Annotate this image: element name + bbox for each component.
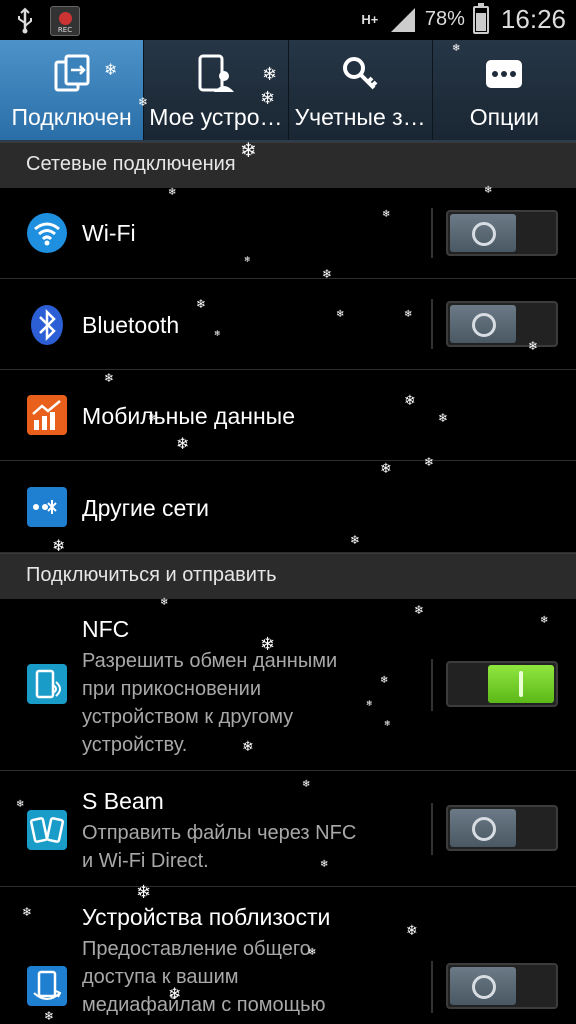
s-beam-title: S Beam (82, 788, 164, 814)
signal-icon (390, 7, 415, 32)
description-line: доступа к вашим (82, 966, 239, 988)
wifi-icon (27, 213, 67, 253)
bluetooth-row[interactable]: Bluetooth (0, 279, 576, 370)
wifi-row[interactable]: Wi-Fi (0, 188, 576, 279)
s-beam-description: Отправить файлы через NFC и Wi-Fi Direct… (82, 819, 422, 875)
nearby-devices-toggle[interactable] (446, 963, 558, 1009)
tab-label: Учетные з… (294, 104, 426, 130)
description-line: и Wi-Fi Direct. (82, 850, 209, 872)
description-line: устройством к другому (82, 706, 294, 728)
other-networks-icon (27, 487, 67, 527)
usb-icon (18, 7, 32, 34)
tab-accounts[interactable]: Учетные з… (288, 40, 433, 140)
more-options-icon (486, 60, 523, 88)
my-device-icon (198, 54, 234, 92)
divider (431, 961, 433, 1013)
wifi-title: Wi-Fi (82, 220, 136, 246)
s-beam-row[interactable]: S Beam Отправить файлы через NFC и Wi-Fi… (0, 771, 576, 887)
accounts-key-icon (343, 57, 378, 90)
mobile-data-row[interactable]: Мобильные данные (0, 370, 576, 461)
divider (431, 208, 433, 258)
description-line: устройству. (82, 734, 188, 756)
nearby-devices-icon (27, 966, 67, 1006)
nearby-devices-title: Устройства поблизости (82, 904, 331, 930)
s-beam-toggle[interactable] (446, 805, 558, 851)
battery-charging-icon (472, 2, 489, 34)
bluetooth-icon (31, 305, 63, 345)
bluetooth-toggle[interactable] (446, 301, 558, 347)
network-type-label: H+ (361, 11, 379, 27)
rec-label: REC (57, 26, 73, 34)
nfc-description: Разрешить обмен данными при прикосновени… (82, 647, 422, 759)
battery-percent: 78% (424, 8, 465, 30)
section-title: Подключиться и отправить (26, 564, 277, 586)
tab-label: Опции (469, 104, 539, 130)
tab-more-options[interactable]: Опции (432, 40, 576, 140)
other-networks-title: Другие сети (82, 495, 209, 521)
other-networks-row[interactable]: Другие сети (0, 461, 576, 553)
connections-icon (54, 54, 90, 92)
nearby-devices-description: Предоставление общего доступа к вашим ме… (82, 935, 422, 1019)
status-bar: REC H+ 78% 16:26 (0, 0, 576, 40)
nfc-icon (27, 664, 67, 704)
description-line: Разрешить обмен данными (82, 650, 338, 672)
s-beam-icon (27, 810, 67, 850)
divider (431, 299, 433, 349)
tab-label: Подключен (11, 104, 132, 130)
section-header-connect-and-share: Подключиться и отправить (0, 553, 576, 599)
nearby-devices-row[interactable]: Устройства поблизости Предоставление общ… (0, 887, 576, 1024)
tab-label: Мое устро… (149, 104, 283, 130)
bluetooth-title: Bluetooth (82, 312, 180, 338)
nfc-title: NFC (82, 616, 130, 642)
wifi-toggle[interactable] (446, 210, 558, 256)
section-title: Сетевые подключения (26, 153, 236, 175)
tab-connections[interactable]: Подключен (0, 40, 145, 140)
section-header-network-connections: Сетевые подключения (0, 142, 576, 188)
divider (431, 659, 433, 711)
description-line: при прикосновении (82, 678, 261, 700)
description-line: Отправить файлы через NFC (82, 822, 357, 844)
nfc-toggle[interactable] (446, 661, 558, 707)
screen-recorder-icon: REC (50, 6, 80, 36)
mobile-data-chart-icon (27, 395, 67, 435)
clock: 16:26 (500, 4, 566, 34)
description-line: Предоставление общего (82, 938, 311, 960)
divider (431, 803, 433, 855)
tab-my-device[interactable]: Мое устро… (144, 40, 289, 140)
settings-tabs: Подключен Мое устро… Учетные з… Опции (0, 40, 576, 142)
nfc-row[interactable]: NFC Разрешить обмен данными при прикосно… (0, 599, 576, 771)
mobile-data-title: Мобильные данные (82, 403, 295, 429)
description-line: медиафайлам с помощью (82, 994, 326, 1016)
